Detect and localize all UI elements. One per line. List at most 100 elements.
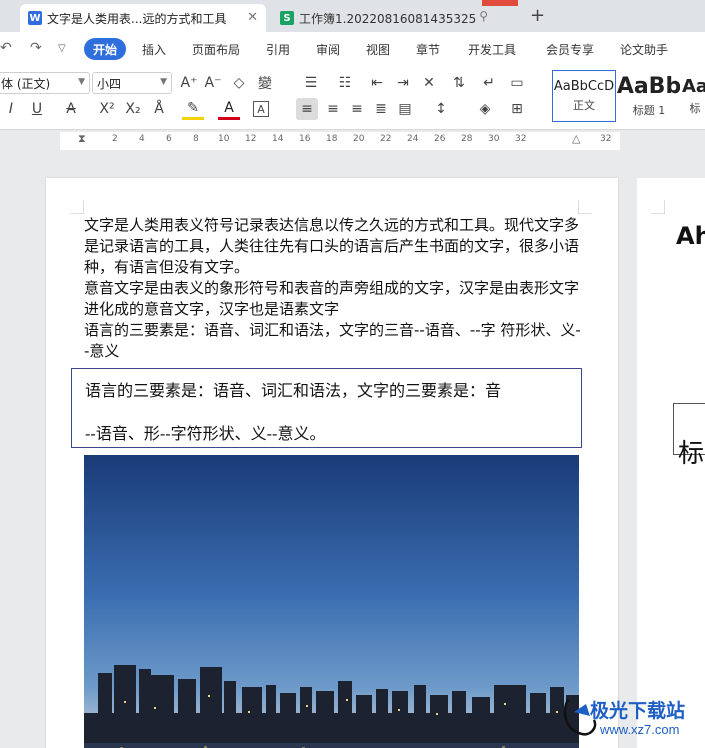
chevron-down-icon: ▼ [78, 77, 85, 87]
document-body[interactable]: 文字是人类用表义符号记录表达信息以传之久远的方式和工具。现代文字多是记录语言的工… [84, 215, 584, 362]
distribute-icon[interactable]: ▤ [394, 98, 416, 120]
ruler-tick: 12 [245, 134, 257, 144]
table-tools-icon[interactable]: ▭ [506, 72, 528, 94]
tab-document[interactable]: W 文字是人类用表...远的方式和工具 ✕ [20, 4, 266, 32]
menu-view[interactable]: 视图 [366, 41, 390, 58]
style-heading-2[interactable]: Aa 标 [680, 70, 705, 122]
ruler-tick: 24 [407, 134, 419, 144]
redo-icon[interactable]: ↷ [30, 40, 42, 56]
tab-spreadsheet[interactable]: S 工作簿1.20220816081435325 ⚲ [272, 4, 502, 32]
align-center-icon[interactable]: ≡ [322, 98, 344, 120]
paragraph[interactable]: 语言的三要素是：语音、词汇和语法，文字的三音--语音、--字 符形状、义--意义 [84, 320, 584, 362]
window-control-stub[interactable] [482, 0, 518, 6]
paragraph[interactable]: 意音文字是由表义的象形符号和表音的声旁组成的文字，汉字是由表形文字进化成的意音文… [84, 278, 584, 320]
menu-membership[interactable]: 会员专享 [546, 41, 594, 58]
text-box-line: 语言的三要素是：语音、词汇和语法，文字的三要素是：音 [85, 381, 502, 400]
font-size-value: 小四 [97, 76, 122, 91]
menu-thesis-assistant[interactable]: 论文助手 [620, 41, 668, 58]
ruler-tick: 10 [218, 134, 230, 144]
menu-developer[interactable]: 开发工具 [468, 41, 516, 58]
site-watermark: 极光下载站 www.xz7.com [560, 690, 705, 748]
ruler-tick: 22 [380, 134, 392, 144]
ribbon-toolbar: 体 (正文) ▼ 小四 ▼ A⁺ A⁻ ◇ 變 I U A X² X₂ Å ✎ … [0, 66, 705, 130]
grow-font-icon[interactable]: A⁺ [178, 72, 200, 94]
style-gallery: AaBbCcD 正文 AaBb 标题 1 Aa 标 [548, 70, 705, 126]
night-skyline-graphic [84, 455, 579, 748]
clear-format-icon[interactable]: ◇ [228, 72, 250, 94]
new-tab-button[interactable]: + [530, 5, 545, 26]
word-doc-icon: W [28, 11, 42, 25]
right-indent-marker-icon[interactable]: △ [572, 132, 580, 145]
phonetic-guide-icon[interactable]: 變 [254, 72, 276, 94]
font-color-icon[interactable]: A [218, 98, 240, 120]
tab-document-label: 文字是人类用表...远的方式和工具 [47, 11, 227, 26]
align-left-icon[interactable]: ≡ [296, 98, 318, 120]
superscript-icon[interactable]: X² [96, 98, 118, 120]
tab-bar: W 文字是人类用表...远的方式和工具 ✕ S 工作簿1.20220816081… [0, 0, 705, 32]
increase-indent-icon[interactable]: ⇥ [392, 72, 414, 94]
menu-insert[interactable]: 插入 [142, 41, 166, 58]
close-icon[interactable]: ✕ [247, 10, 258, 25]
margin-corner-mark [70, 200, 84, 214]
style-heading-1[interactable]: AaBb 标题 1 [617, 70, 681, 122]
indent-marker-icon[interactable]: ⧗ [78, 132, 86, 146]
ruler-tick: 30 [488, 134, 500, 144]
next-page-char: 标 [678, 439, 705, 469]
ruler-tick: 2 [112, 134, 118, 144]
bullet-list-icon[interactable]: ☰ [300, 72, 322, 94]
menu-page-layout[interactable]: 页面布局 [192, 41, 240, 58]
next-page-heading: Ah [676, 222, 705, 250]
italic-icon[interactable]: I [0, 98, 22, 120]
menu-review[interactable]: 审阅 [316, 41, 340, 58]
font-name-select[interactable]: 体 (正文) ▼ [0, 72, 90, 94]
next-page[interactable]: Ah 标 [637, 178, 705, 748]
text-box[interactable]: 语言的三要素是：语音、词汇和语法，文字的三要素是：音 --语音、形--字符形状、… [71, 368, 582, 448]
margin-corner-mark [651, 200, 665, 214]
line-spacing-icon[interactable]: ↕ [430, 98, 452, 120]
char-border-icon[interactable]: A [253, 101, 269, 117]
shrink-font-icon[interactable]: A⁻ [202, 72, 224, 94]
shading-icon[interactable]: ◈ [474, 98, 496, 120]
style-normal-sample: AaBbCcD [553, 79, 615, 94]
underline-icon[interactable]: U [26, 98, 48, 120]
ruler-tick: 8 [193, 134, 199, 144]
justify-icon[interactable]: ≣ [370, 98, 392, 120]
margin-corner-mark [578, 200, 592, 214]
paragraph[interactable]: 文字是人类用表义符号记录表达信息以传之久远的方式和工具。现代文字多是记录语言的工… [84, 215, 584, 278]
document-page[interactable]: 文字是人类用表义符号记录表达信息以传之久远的方式和工具。现代文字多是记录语言的工… [46, 178, 618, 748]
ruler-tick: 6 [166, 134, 172, 144]
ruler-tick: 14 [272, 134, 284, 144]
horizontal-ruler[interactable]: ⧗ 2 4 6 8 10 12 14 16 18 20 22 24 26 28 … [60, 132, 620, 150]
borders-icon[interactable]: ⊞ [506, 98, 528, 120]
sort-icon[interactable]: ⇅ [448, 72, 470, 94]
chinese-layout-icon[interactable]: ✕ [418, 72, 440, 94]
menu-bar: ↶ ↷ ▽ 开始 插入 页面布局 引用 审阅 视图 章节 开发工具 会员专享 论… [0, 32, 705, 66]
menu-start[interactable]: 开始 [84, 38, 127, 60]
strikethrough-icon[interactable]: A [60, 98, 82, 120]
menu-references[interactable]: 引用 [266, 41, 290, 58]
text-effect-icon[interactable]: Å [148, 98, 170, 120]
show-marks-icon[interactable]: ↵ [478, 72, 500, 94]
pin-icon[interactable]: ⚲ [479, 9, 488, 23]
more-dropdown-icon[interactable]: ▽ [58, 43, 66, 54]
decrease-indent-icon[interactable]: ⇤ [366, 72, 388, 94]
style-heading-1-name: 标题 1 [632, 104, 666, 117]
menu-chapter[interactable]: 章节 [416, 41, 440, 58]
style-heading-2-sample: Aa [681, 76, 705, 97]
night-skyline-image[interactable] [84, 455, 579, 748]
align-right-icon[interactable]: ≡ [346, 98, 368, 120]
font-name-value: 体 (正文) [1, 76, 51, 91]
font-size-select[interactable]: 小四 ▼ [92, 72, 172, 94]
tab-spreadsheet-label: 工作簿1.20220816081435325 [299, 11, 477, 26]
ruler-tick: 28 [461, 134, 473, 144]
ruler-tick: 16 [299, 134, 311, 144]
highlight-icon[interactable]: ✎ [182, 98, 204, 120]
ruler-tick: 32 [515, 134, 527, 144]
subscript-icon[interactable]: X₂ [122, 98, 144, 120]
style-normal[interactable]: AaBbCcD 正文 [552, 70, 616, 122]
numbered-list-icon[interactable]: ☷ [334, 72, 356, 94]
ruler-tick: 32 [600, 134, 612, 144]
undo-icon[interactable]: ↶ [0, 40, 12, 56]
ruler-tick: 4 [139, 134, 145, 144]
ruler-tick: 20 [353, 134, 365, 144]
